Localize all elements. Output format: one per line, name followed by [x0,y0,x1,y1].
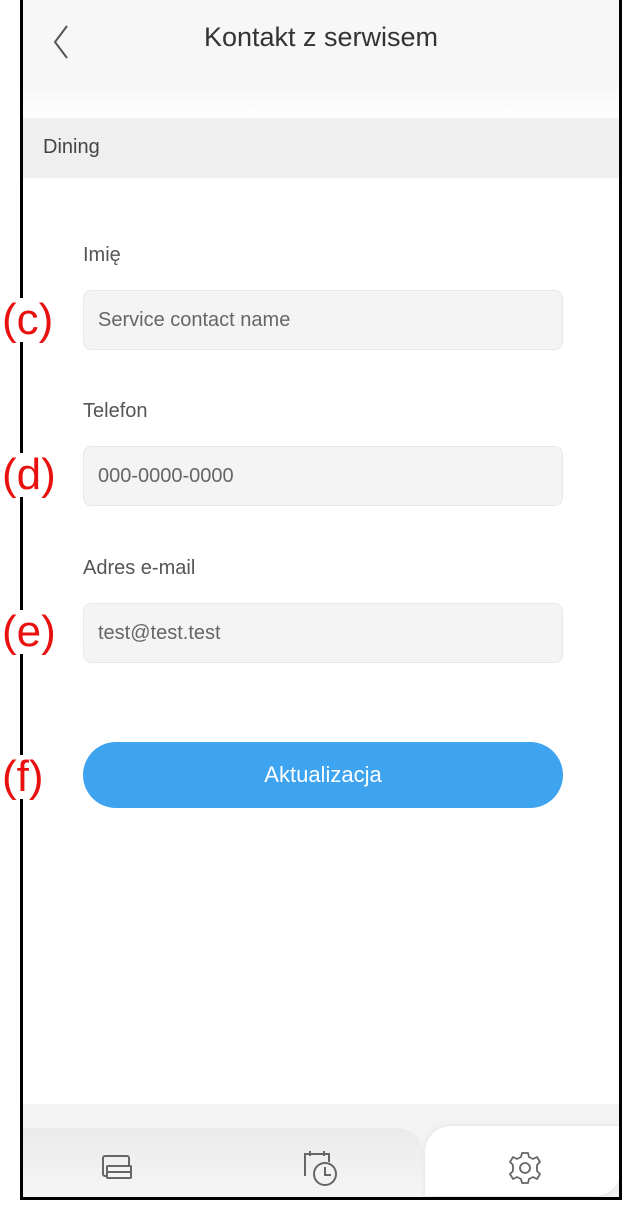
nav-item-printer[interactable] [97,1148,137,1188]
section-header: Dining [23,118,619,178]
printer-icon [102,1155,132,1179]
phone-screen: Kontakt z serwisem Dining Imię Telefon A… [20,0,622,1200]
nav-item-settings[interactable] [505,1148,545,1188]
page-title: Kontakt z serwisem [203,22,439,52]
update-button[interactable]: Aktualizacja [83,742,563,808]
marker-d: (d) [0,450,58,499]
nav-track [23,1128,423,1197]
top-bar: Kontakt z serwisem [23,0,619,118]
marker-e: (e) [0,607,58,656]
marker-f: (f) [0,752,46,801]
bottom-nav [23,1104,619,1197]
marker-c: (c) [0,295,56,344]
email-label: Adres e-mail [83,557,196,579]
email-input[interactable] [83,603,563,663]
calendar-clock-icon [304,1151,337,1186]
section-label: Dining [43,136,100,158]
gear-icon [509,1152,541,1184]
phone-input[interactable] [83,446,563,506]
nav-item-schedule[interactable] [299,1148,339,1188]
name-input[interactable] [83,290,563,350]
phone-label: Telefon [83,400,148,422]
name-label: Imię [83,244,121,266]
